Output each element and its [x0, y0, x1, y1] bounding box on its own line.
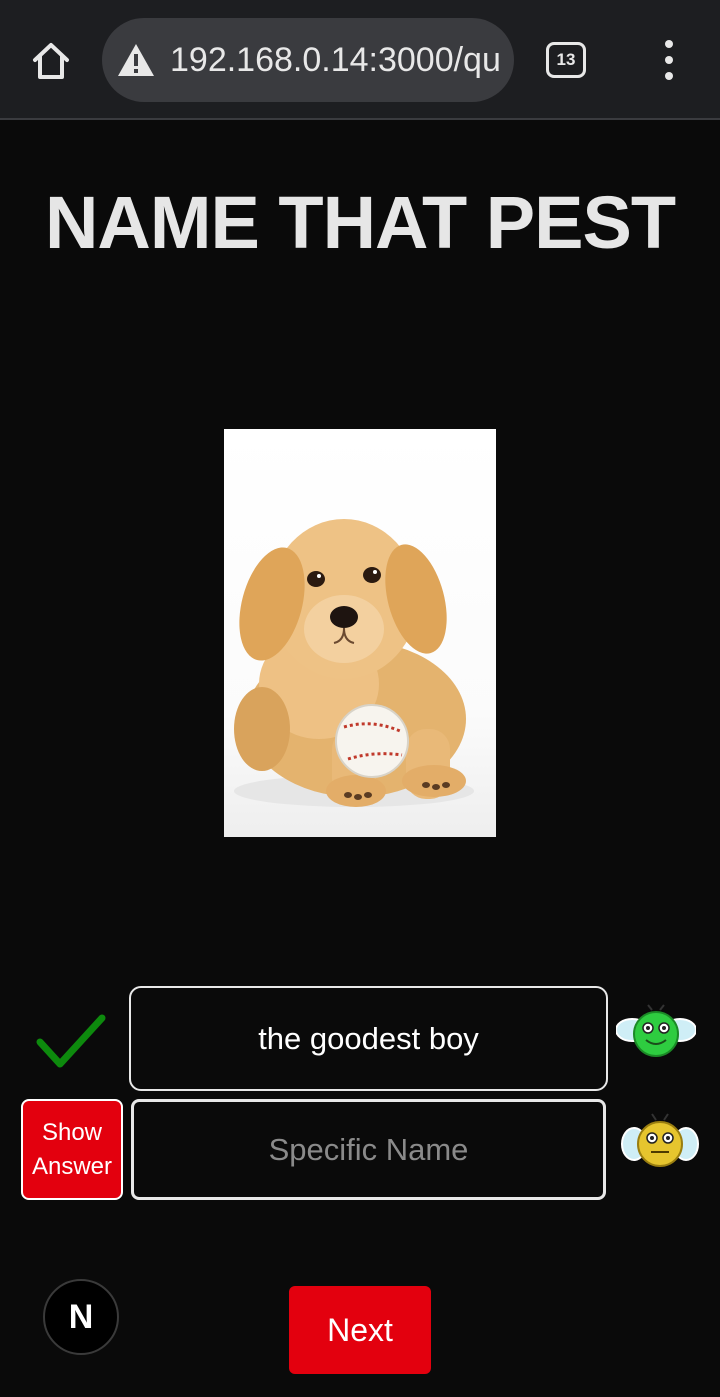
check-icon — [36, 1014, 106, 1068]
more-vert-icon[interactable] — [654, 40, 684, 80]
show-answer-label-line1: Show — [41, 1118, 103, 1146]
pest-image — [224, 429, 496, 837]
warning-icon — [118, 44, 154, 76]
neutral-bug-icon — [621, 1113, 699, 1167]
page-title: NAME THAT PEST — [44, 181, 676, 264]
url-text: 192.168.0.14:3000/qu — [170, 41, 501, 79]
show-answer-label-line2: Answer — [31, 1152, 113, 1180]
n-badge-letter: N — [68, 1297, 94, 1336]
address-bar[interactable]: 192.168.0.14:3000/qu — [102, 18, 514, 102]
next-button-label: Next — [327, 1311, 393, 1348]
browser-toolbar: 192.168.0.14:3000/qu 13 — [0, 0, 720, 120]
tab-switcher-button[interactable]: 13 — [546, 42, 586, 78]
happy-bug-icon — [616, 1004, 696, 1057]
home-icon — [33, 43, 69, 79]
tab-count: 13 — [556, 50, 576, 69]
show-answer-button[interactable]: Show Answer — [21, 1099, 123, 1200]
common-name-answer-field[interactable]: the goodest boy — [129, 986, 608, 1091]
home-button[interactable] — [28, 38, 74, 84]
next-button[interactable]: Next — [289, 1286, 431, 1374]
puppy-illustration — [234, 519, 474, 807]
n-badge[interactable]: N — [43, 1279, 119, 1355]
specific-name-input[interactable] — [131, 1099, 606, 1200]
common-name-answer-text: the goodest boy — [258, 1020, 479, 1056]
